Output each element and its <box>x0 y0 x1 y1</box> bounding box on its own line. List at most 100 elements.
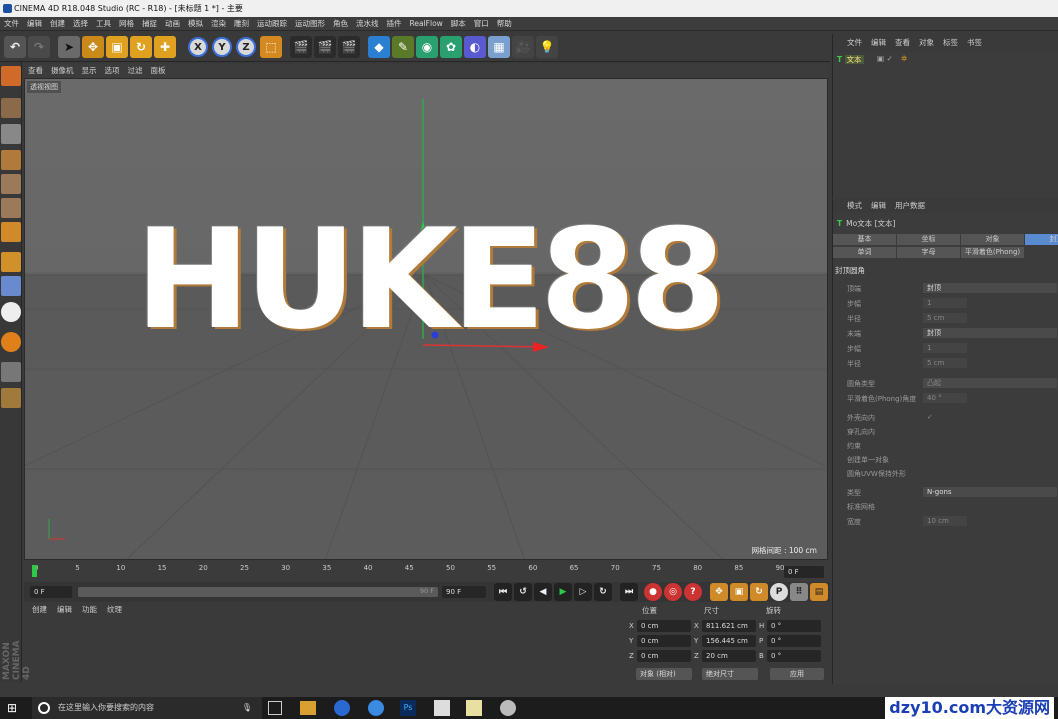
cinema4d-taskbar-icon[interactable] <box>368 700 384 716</box>
attr-tab[interactable]: 封顶 <box>1025 234 1058 245</box>
attr-value[interactable] <box>923 501 933 511</box>
render-picture-viewer-icon[interactable]: 🎬 <box>314 36 336 58</box>
viewport-menu-item-1[interactable]: 摄像机 <box>47 64 78 78</box>
menu-item-13[interactable]: 角色 <box>329 17 352 30</box>
z-axis-icon[interactable]: Z <box>236 37 256 57</box>
material-menu-item[interactable]: 编辑 <box>57 605 72 614</box>
edges-mode-icon[interactable] <box>1 198 21 218</box>
attribute-menu-item[interactable]: 用户数据 <box>895 201 925 210</box>
attr-value[interactable] <box>923 454 933 464</box>
task-view-icon[interactable] <box>268 701 282 715</box>
object-menu-item[interactable]: 书签 <box>967 38 982 47</box>
menu-item-19[interactable]: 帮助 <box>493 17 516 30</box>
timeline-window-icon[interactable]: ▤ <box>810 583 828 601</box>
key-pla-icon[interactable]: ⠿ <box>790 583 808 601</box>
key-scale-icon[interactable]: ▣ <box>730 583 748 601</box>
menu-item-7[interactable]: 动画 <box>161 17 184 30</box>
end-frame-field[interactable]: 90 F <box>442 586 486 598</box>
menu-item-12[interactable]: 运动图形 <box>291 17 329 30</box>
object-menu-item[interactable]: 编辑 <box>871 38 886 47</box>
attribute-menu-item[interactable]: 编辑 <box>871 201 886 210</box>
key-rotation-icon[interactable]: ↻ <box>750 583 768 601</box>
attr-value[interactable]: 封顶 <box>923 328 1057 338</box>
browser-icon[interactable] <box>334 700 350 716</box>
scale-icon[interactable]: ▣ <box>106 36 128 58</box>
key-position-icon[interactable]: ✥ <box>710 583 728 601</box>
material-menu-item[interactable]: 功能 <box>82 605 97 614</box>
menu-item-18[interactable]: 窗口 <box>470 17 493 30</box>
tag-icon[interactable]: ✲ <box>901 54 907 63</box>
material-menu-item[interactable]: 纹理 <box>107 605 122 614</box>
menu-item-9[interactable]: 渲染 <box>207 17 230 30</box>
attr-tab[interactable]: 基本 <box>833 234 896 245</box>
x-axis-icon[interactable]: X <box>188 37 208 57</box>
microphone-icon[interactable]: 🎙 <box>242 697 252 719</box>
record-icon[interactable]: ● <box>644 583 662 601</box>
attr-value[interactable]: 5 cm <box>923 358 967 368</box>
coord-size-field[interactable]: 156.445 cm <box>702 635 756 647</box>
floor-icon[interactable]: ▦ <box>488 36 510 58</box>
viewport-menu-item-2[interactable]: 显示 <box>78 64 101 78</box>
notepad-icon[interactable] <box>466 700 482 716</box>
undo-icon[interactable]: ↶ <box>4 36 26 58</box>
apply-button[interactable]: 应用 <box>770 668 824 680</box>
menu-item-2[interactable]: 创建 <box>46 17 69 30</box>
frame-range-slider[interactable]: 90 F <box>78 587 438 597</box>
prev-frame-icon[interactable]: ◀ <box>534 583 552 601</box>
coord-rot-field[interactable]: 0 ° <box>767 635 821 647</box>
object-name[interactable]: 文本 <box>844 55 864 64</box>
timeline-ruler[interactable]: 051015202530354045505560657075808590 0 F <box>24 562 830 582</box>
cube-icon[interactable]: ◆ <box>368 36 390 58</box>
coord-mode-dropdown[interactable]: 对象 (相对) <box>636 668 692 680</box>
attr-value[interactable] <box>923 440 933 450</box>
attr-value[interactable] <box>923 426 933 436</box>
go-to-end-icon[interactable]: ⏭ <box>620 583 638 601</box>
attr-value[interactable]: 40 ° <box>923 393 967 403</box>
coord-pos-field[interactable]: 0 cm <box>637 620 691 632</box>
text-object-3d[interactable]: HUKE88 <box>135 211 726 349</box>
viewport-menu-item-0[interactable]: 查看 <box>24 64 47 78</box>
magnet-icon[interactable] <box>1 332 21 352</box>
snap-icon[interactable] <box>1 302 21 322</box>
attr-tab[interactable]: 平滑着色(Phong) <box>961 247 1024 258</box>
object-menu-item[interactable]: 查看 <box>895 38 910 47</box>
menu-item-8[interactable]: 模拟 <box>184 17 207 30</box>
menu-item-11[interactable]: 运动跟踪 <box>253 17 291 30</box>
polygons-mode-icon[interactable] <box>1 222 21 242</box>
model-mode-icon[interactable] <box>1 98 21 118</box>
attr-tab[interactable]: 字母 <box>897 247 960 258</box>
start-frame-field[interactable]: 0 F <box>30 586 72 598</box>
add-icon[interactable]: ✚ <box>154 36 176 58</box>
attr-value[interactable]: N-gons <box>923 487 1057 497</box>
attr-tab[interactable]: 单词 <box>833 247 896 258</box>
coord-pos-field[interactable]: 0 cm <box>637 650 691 662</box>
viewport-3d[interactable]: HUKE88 透视视图 网格间距 : 100 cm <box>24 78 828 560</box>
size-mode-dropdown[interactable]: 绝对尺寸 <box>702 668 758 680</box>
lock-workplane-icon[interactable] <box>1 362 21 382</box>
menu-item-6[interactable]: 捕捉 <box>138 17 161 30</box>
attr-value[interactable] <box>923 468 933 478</box>
object-menu-item[interactable]: 文件 <box>847 38 862 47</box>
go-to-start-icon[interactable]: ⏮ <box>494 583 512 601</box>
attr-value[interactable]: ✓ <box>923 412 933 422</box>
attr-value[interactable]: 1 <box>923 343 967 353</box>
light-icon[interactable]: 💡 <box>536 36 558 58</box>
attr-value[interactable]: 10 cm <box>923 516 967 526</box>
material-menu-item[interactable]: 创建 <box>32 605 47 614</box>
cloner-icon[interactable]: ✿ <box>440 36 462 58</box>
deformer-icon[interactable]: ◐ <box>464 36 486 58</box>
move-icon[interactable]: ✥ <box>82 36 104 58</box>
menu-item-1[interactable]: 编辑 <box>23 17 46 30</box>
attr-value[interactable]: 1 <box>923 298 967 308</box>
keyframe-selection-icon[interactable]: ? <box>684 583 702 601</box>
menu-item-10[interactable]: 雕刻 <box>230 17 253 30</box>
next-frame-icon[interactable]: ▷ <box>574 583 592 601</box>
windows-start-icon[interactable]: ⊞ <box>7 702 19 714</box>
autokey-icon[interactable]: ◎ <box>664 583 682 601</box>
viewport-menu-item-3[interactable]: 选项 <box>101 64 124 78</box>
attribute-menu-item[interactable]: 模式 <box>847 201 862 210</box>
key-param-icon[interactable]: P <box>770 583 788 601</box>
axis-mode-icon[interactable] <box>1 252 21 272</box>
prev-key-icon[interactable]: ↺ <box>514 583 532 601</box>
object-menu-item[interactable]: 标签 <box>943 38 958 47</box>
